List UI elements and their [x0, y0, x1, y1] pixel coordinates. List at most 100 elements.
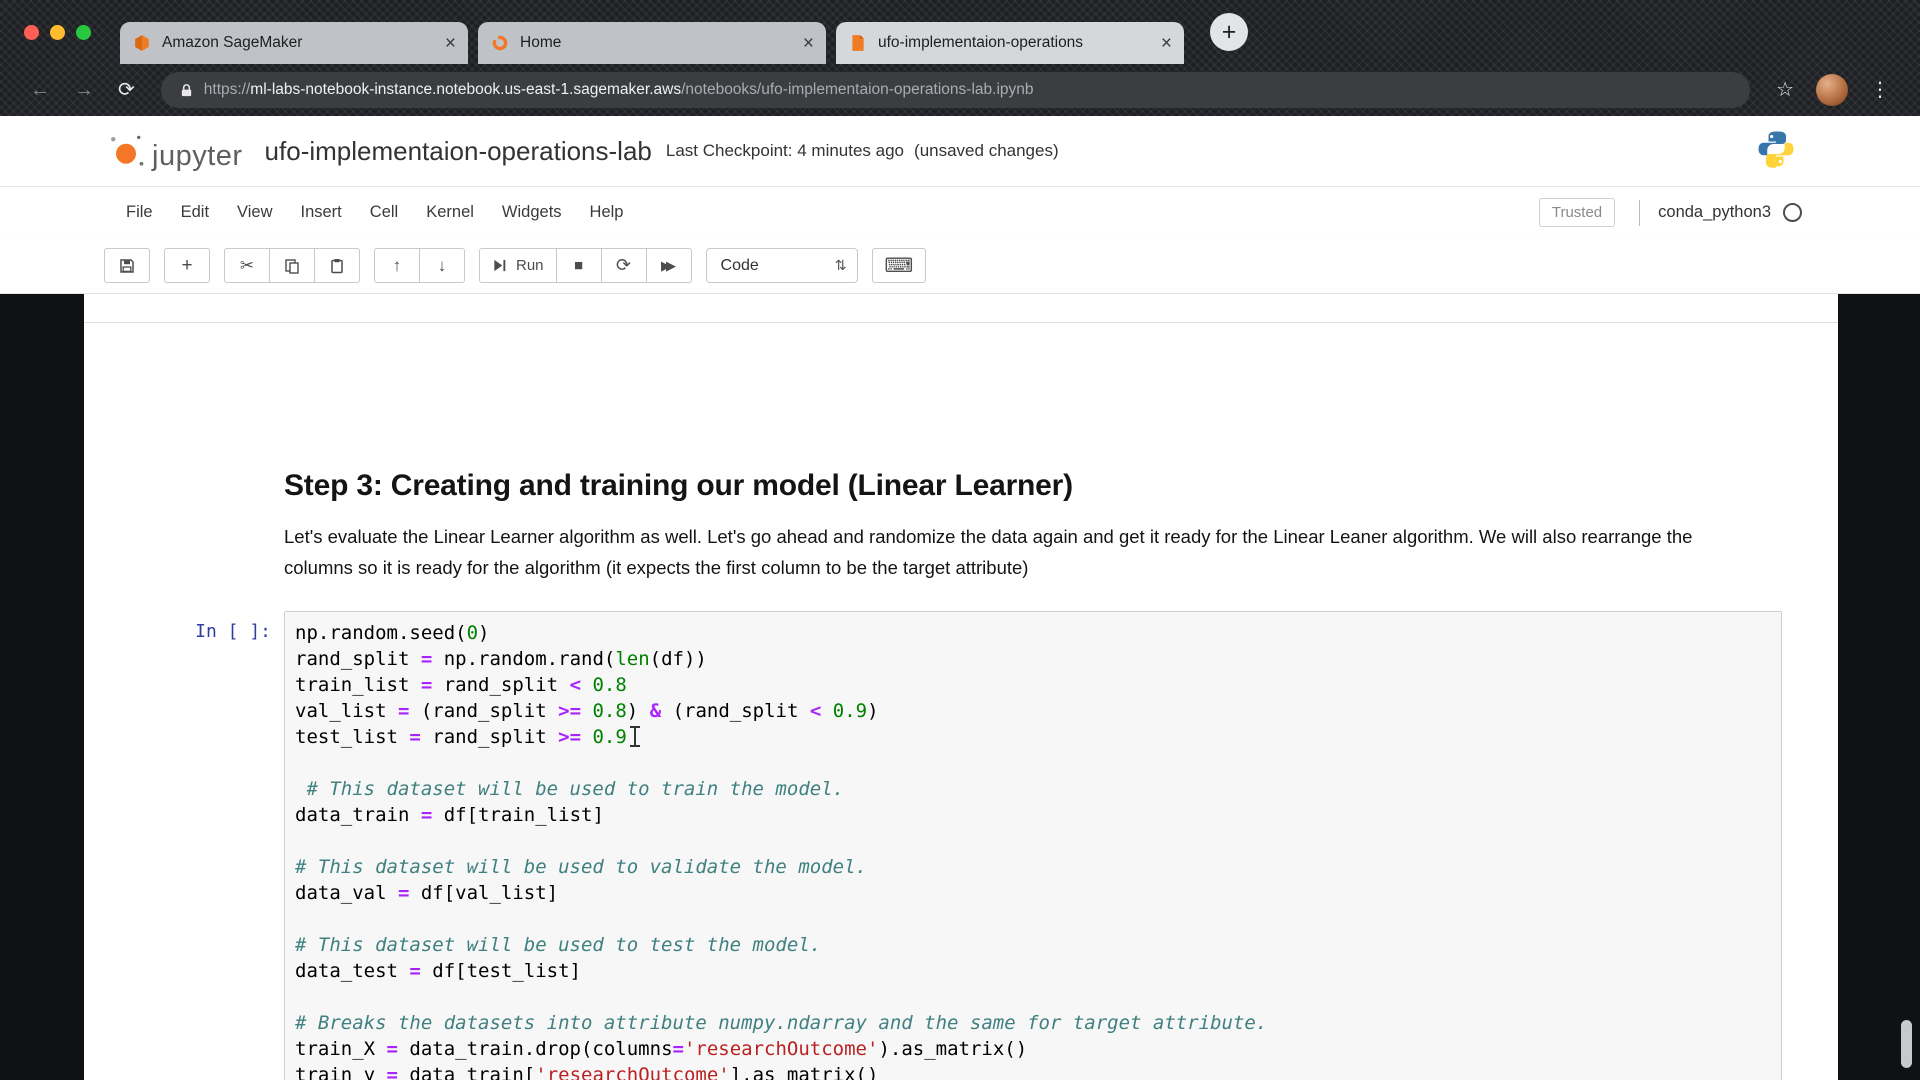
code-area[interactable]: np.random.seed(0)rand_split = np.random.…	[284, 611, 1782, 1080]
code-token: ].as_matrix()	[730, 1064, 879, 1080]
scrollbar-thumb[interactable]	[1901, 1020, 1912, 1068]
url-text: https://ml-labs-notebook-instance.notebo…	[204, 81, 1034, 99]
profile-avatar[interactable]	[1816, 74, 1848, 106]
restart-kernel-button[interactable]: ⟳	[601, 248, 647, 283]
menu-help[interactable]: Help	[576, 203, 638, 222]
code-token: val_list	[295, 700, 398, 722]
menu-widgets[interactable]: Widgets	[488, 203, 576, 222]
code-token: rand_split	[295, 648, 421, 670]
close-tab-icon[interactable]: ×	[1161, 34, 1172, 53]
code-cell[interactable]: In [ ]: np.random.seed(0)rand_split = np…	[164, 611, 1782, 1080]
restart-run-all-button[interactable]: ▶▶	[646, 248, 692, 283]
code-token: # This dataset will be used to test the …	[295, 934, 821, 956]
code-token: df[train_list]	[432, 804, 604, 826]
move-up-button[interactable]: ↑	[374, 248, 420, 283]
code-token: <	[810, 700, 821, 722]
code-token: (rand_split	[661, 700, 810, 722]
back-button[interactable]: ←	[18, 80, 62, 100]
cut-icon: ✂	[240, 256, 254, 276]
save-icon	[119, 258, 135, 274]
command-palette-button[interactable]: ⌨	[872, 248, 927, 283]
code-line: np.random.seed(0)	[295, 620, 1771, 646]
menu-cell[interactable]: Cell	[356, 203, 412, 222]
python-logo	[1756, 129, 1796, 174]
unsaved-changes-status: (unsaved changes)	[914, 141, 1059, 161]
close-tab-icon[interactable]: ×	[445, 34, 456, 53]
stop-icon: ■	[574, 257, 583, 274]
cut-cell-button[interactable]: ✂	[224, 248, 270, 283]
code-token: # This dataset will be used to train the…	[295, 778, 844, 800]
jupyter-logo[interactable]: jupyter	[106, 131, 243, 171]
bookmark-star-icon[interactable]: ☆	[1764, 80, 1806, 100]
code-token: =	[673, 1038, 684, 1060]
new-tab-button[interactable]: +	[1210, 13, 1248, 51]
close-window-button[interactable]	[24, 25, 39, 40]
code-token	[581, 700, 592, 722]
run-label: Run	[516, 257, 544, 274]
text-cursor-icon	[634, 727, 636, 746]
window-controls	[24, 25, 91, 40]
code-token: data_train	[295, 804, 421, 826]
tab-home[interactable]: Home ×	[478, 22, 826, 64]
save-button[interactable]	[104, 248, 150, 283]
forward-button[interactable]: →	[62, 80, 106, 100]
move-down-button[interactable]: ↓	[419, 248, 465, 283]
checkpoint-status: Last Checkpoint: 4 minutes ago	[666, 141, 904, 161]
paste-icon	[329, 258, 345, 274]
padlock-icon	[179, 83, 194, 98]
code-token: rand_split	[421, 726, 558, 748]
menu-file[interactable]: File	[112, 203, 167, 222]
copy-cell-button[interactable]	[269, 248, 315, 283]
markdown-heading: Step 3: Creating and training our model …	[284, 469, 1782, 503]
tab-notebook-active[interactable]: ufo-implementaion-operations ×	[836, 22, 1184, 64]
add-cell-button[interactable]: +	[164, 248, 210, 283]
reload-button[interactable]: ⟳	[106, 80, 147, 100]
notebook-title[interactable]: ufo-implementaion-operations-lab	[265, 136, 652, 167]
code-token: 0.9	[592, 726, 626, 748]
code-token: 0.9	[833, 700, 867, 722]
plus-icon: +	[1222, 18, 1237, 47]
code-line	[295, 828, 1771, 854]
menu-insert[interactable]: Insert	[287, 203, 356, 222]
code-token: )	[627, 700, 650, 722]
code-token	[581, 674, 592, 696]
tab-title: Home	[520, 34, 795, 52]
code-line	[295, 984, 1771, 1010]
plus-icon: +	[181, 255, 192, 277]
paste-cell-button[interactable]	[314, 248, 360, 283]
tab-title: Amazon SageMaker	[162, 34, 437, 52]
code-token: =	[387, 1064, 398, 1080]
code-token: train_X	[295, 1038, 387, 1060]
code-token: data_train[	[398, 1064, 535, 1080]
jupyter-planet-icon	[106, 131, 146, 171]
trusted-badge[interactable]: Trusted	[1539, 198, 1615, 227]
cell-type-select[interactable]: Code ⇅	[706, 248, 858, 283]
code-token: test_list	[295, 726, 409, 748]
code-token: =	[409, 960, 420, 982]
address-bar[interactable]: https://ml-labs-notebook-instance.notebo…	[161, 72, 1750, 108]
run-button[interactable]: Run	[479, 248, 557, 283]
close-tab-icon[interactable]: ×	[803, 34, 814, 53]
code-token: data_val	[295, 882, 398, 904]
code-token: =	[398, 700, 409, 722]
arrow-down-icon: ↓	[438, 256, 447, 276]
code-token: &	[650, 700, 661, 722]
interrupt-kernel-button[interactable]: ■	[556, 248, 602, 283]
menu-bar: FileEditViewInsertCellKernelWidgetsHelp …	[0, 186, 1920, 238]
notebook-content: Step 3: Creating and training our model …	[0, 294, 1920, 1080]
menu-kernel[interactable]: Kernel	[412, 203, 488, 222]
code-token: 0	[467, 622, 478, 644]
browser-menu-icon[interactable]: ⋮	[1858, 80, 1902, 100]
code-token: len	[615, 648, 649, 670]
jupyter-favicon-icon	[490, 33, 510, 53]
code-line: data_train = df[train_list]	[295, 802, 1771, 828]
code-token: df[test_list]	[421, 960, 581, 982]
code-line: train_list = rand_split < 0.8	[295, 672, 1771, 698]
tab-amazon-sagemaker[interactable]: Amazon SageMaker ×	[120, 22, 468, 64]
menu-edit[interactable]: Edit	[167, 203, 223, 222]
zoom-window-button[interactable]	[76, 25, 91, 40]
code-token: ).as_matrix()	[878, 1038, 1027, 1060]
menu-view[interactable]: View	[223, 203, 286, 222]
code-token: train_y	[295, 1064, 387, 1080]
minimize-window-button[interactable]	[50, 25, 65, 40]
